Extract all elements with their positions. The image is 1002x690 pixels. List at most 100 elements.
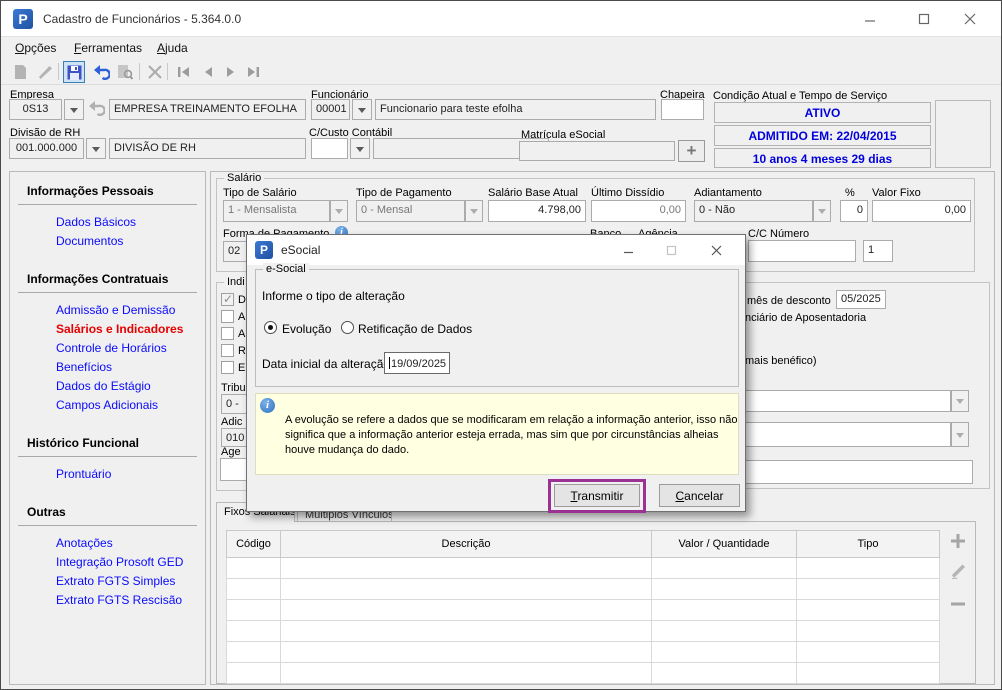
maximize-button[interactable] bbox=[901, 1, 946, 37]
table-row[interactable] bbox=[227, 579, 940, 600]
close-button[interactable] bbox=[947, 1, 992, 37]
dropdown-button[interactable] bbox=[951, 390, 969, 412]
sidebar-item-controle-horarios[interactable]: Controle de Horários bbox=[10, 339, 205, 358]
dropdown-button[interactable] bbox=[951, 422, 969, 447]
menu-ajuda[interactable]: Ajuda bbox=[157, 41, 188, 55]
tipo-pagamento-dropdown-button[interactable] bbox=[465, 200, 483, 222]
divisao-dropdown-button[interactable] bbox=[86, 138, 106, 159]
indicador-checkbox[interactable] bbox=[221, 344, 234, 357]
indicador-checkbox[interactable] bbox=[221, 310, 234, 323]
ccusto-code-field[interactable] bbox=[311, 138, 348, 159]
edit-row-button[interactable] bbox=[949, 562, 967, 580]
sidebar-header: Outras bbox=[18, 501, 197, 526]
sidebar-item-anotacoes[interactable]: Anotações bbox=[10, 534, 205, 553]
matricula-add-button[interactable]: + bbox=[678, 140, 705, 162]
sidebar-item-salarios-indicadores[interactable]: Salários e Indicadores bbox=[10, 320, 205, 339]
save-record-button[interactable] bbox=[63, 61, 85, 83]
sidebar-item-admissao-demissao[interactable]: Admissão e Demissão bbox=[10, 301, 205, 320]
empresa-undo-button[interactable] bbox=[87, 100, 107, 120]
condicao-label: Condição Atual e Tempo de Serviço bbox=[713, 90, 887, 102]
close-icon bbox=[711, 245, 722, 256]
funcionario-code-field[interactable]: 00001 bbox=[311, 99, 350, 120]
nav-previous-button[interactable] bbox=[197, 61, 219, 83]
sidebar-item-extrato-fgts-rescisao[interactable]: Extrato FGTS Rescisão bbox=[10, 591, 205, 610]
sidebar-item-beneficios[interactable]: Benefícios bbox=[10, 358, 205, 377]
menu-ferramentas[interactable]: Ferramentas bbox=[74, 41, 142, 55]
sidebar-item-documentos[interactable]: Documentos bbox=[10, 232, 205, 251]
indicador-checkbox[interactable] bbox=[221, 361, 234, 374]
divisao-code-field[interactable]: 001.000.000 bbox=[9, 138, 84, 159]
funcionario-name-field[interactable]: Funcionario para teste efolha bbox=[375, 99, 656, 120]
dialog-close-button[interactable] bbox=[694, 235, 738, 265]
empresa-name-field[interactable]: EMPRESA TREINAMENTO EFOLHA bbox=[109, 99, 306, 120]
ccusto-dropdown-button[interactable] bbox=[350, 138, 370, 159]
observacao-field[interactable] bbox=[745, 460, 973, 484]
tipo-pagamento-combo[interactable]: 0 - Mensal bbox=[356, 200, 465, 222]
salario-base-field[interactable]: 4.798,00 bbox=[488, 200, 586, 222]
print-preview-button[interactable] bbox=[114, 61, 136, 83]
radio-retificacao[interactable] bbox=[341, 321, 354, 334]
sidebar-item-integracao-ged[interactable]: Integração Prosoft GED bbox=[10, 553, 205, 572]
table-row[interactable] bbox=[227, 621, 940, 642]
minimize-button[interactable] bbox=[847, 1, 892, 37]
radio-retificacao-label[interactable]: Retificação de Dados bbox=[358, 322, 472, 336]
matricula-field[interactable] bbox=[519, 141, 675, 161]
column-codigo[interactable]: Código bbox=[227, 531, 281, 558]
undo-button[interactable] bbox=[90, 61, 112, 83]
valor-fixo-field[interactable]: 0,00 bbox=[872, 200, 971, 222]
cc-numero-field[interactable] bbox=[748, 240, 856, 262]
nav-next-button[interactable] bbox=[220, 61, 242, 83]
tipo-salario-combo[interactable]: 1 - Mensalista bbox=[223, 200, 330, 222]
table-row[interactable] bbox=[227, 600, 940, 621]
nav-last-button[interactable] bbox=[242, 61, 264, 83]
sidebar-item-extrato-fgts-simples[interactable]: Extrato FGTS Simples bbox=[10, 572, 205, 591]
adiantamento-label: Adiantamento bbox=[694, 187, 762, 199]
undo-arrow-icon bbox=[92, 64, 110, 80]
dialog-minimize-button[interactable] bbox=[606, 235, 650, 265]
table-cell bbox=[797, 579, 940, 600]
adiantamento-combo[interactable]: 0 - Não bbox=[694, 200, 813, 222]
indicador-checkbox[interactable] bbox=[221, 293, 234, 306]
sidebar-item-campos-adicionais[interactable]: Campos Adicionais bbox=[10, 396, 205, 415]
sidebar-item-dados-basicos[interactable]: Dados Básicos bbox=[10, 213, 205, 232]
chapeira-field[interactable] bbox=[661, 99, 704, 120]
table-row[interactable] bbox=[227, 558, 940, 579]
menu-opcoes[interactable]: Opções bbox=[15, 41, 56, 55]
minimize-icon bbox=[623, 245, 634, 256]
add-row-button[interactable] bbox=[949, 532, 967, 550]
remove-row-button[interactable] bbox=[949, 595, 967, 613]
mes-desconto-field[interactable]: 05/2025 bbox=[836, 290, 886, 309]
tipo-salario-dropdown-button[interactable] bbox=[330, 200, 348, 222]
minus-icon bbox=[950, 601, 966, 607]
radio-evolucao-label[interactable]: Evolução bbox=[282, 322, 331, 336]
minimize-icon bbox=[864, 13, 876, 25]
table-row[interactable] bbox=[227, 663, 940, 684]
cancel-button[interactable]: Cancelar bbox=[659, 484, 740, 507]
delete-record-button[interactable] bbox=[144, 61, 166, 83]
column-valor-quantidade[interactable]: Valor / Quantidade bbox=[652, 531, 797, 558]
nav-first-button[interactable] bbox=[173, 61, 195, 83]
empresa-dropdown-button[interactable] bbox=[64, 99, 84, 120]
title-bar: P Cadastro de Funcionários - 5.364.0.0 bbox=[1, 1, 1001, 37]
column-tipo[interactable]: Tipo bbox=[797, 531, 940, 558]
adiantamento-dropdown-button[interactable] bbox=[813, 200, 831, 222]
dialog-maximize-button[interactable] bbox=[649, 235, 693, 265]
divisao-name-field[interactable]: DIVISÃO DE RH bbox=[109, 138, 306, 159]
cc-numero-label: C/C Número bbox=[748, 228, 809, 240]
sidebar-item-prontuario[interactable]: Prontuário bbox=[10, 465, 205, 484]
percent-field[interactable]: 0 bbox=[840, 200, 868, 222]
aposentadoria-combo-1[interactable] bbox=[745, 390, 951, 412]
column-descricao[interactable]: Descrição bbox=[281, 531, 652, 558]
indicador-checkbox[interactable] bbox=[221, 327, 234, 340]
cc-digito-field[interactable]: 1 bbox=[863, 240, 893, 262]
radio-evolucao[interactable] bbox=[264, 321, 277, 334]
edit-record-button[interactable] bbox=[34, 61, 56, 83]
new-record-button[interactable] bbox=[9, 61, 31, 83]
date-field[interactable]: 19/09/2025 bbox=[384, 352, 450, 374]
table-row[interactable] bbox=[227, 642, 940, 663]
ultimo-dissidio-field[interactable]: 0,00 bbox=[591, 200, 686, 222]
funcionario-dropdown-button[interactable] bbox=[352, 99, 372, 120]
empresa-code-field[interactable]: 0S13 bbox=[9, 99, 62, 120]
sidebar-item-dados-estagio[interactable]: Dados do Estágio bbox=[10, 377, 205, 396]
aposentadoria-combo-2[interactable] bbox=[745, 422, 951, 447]
